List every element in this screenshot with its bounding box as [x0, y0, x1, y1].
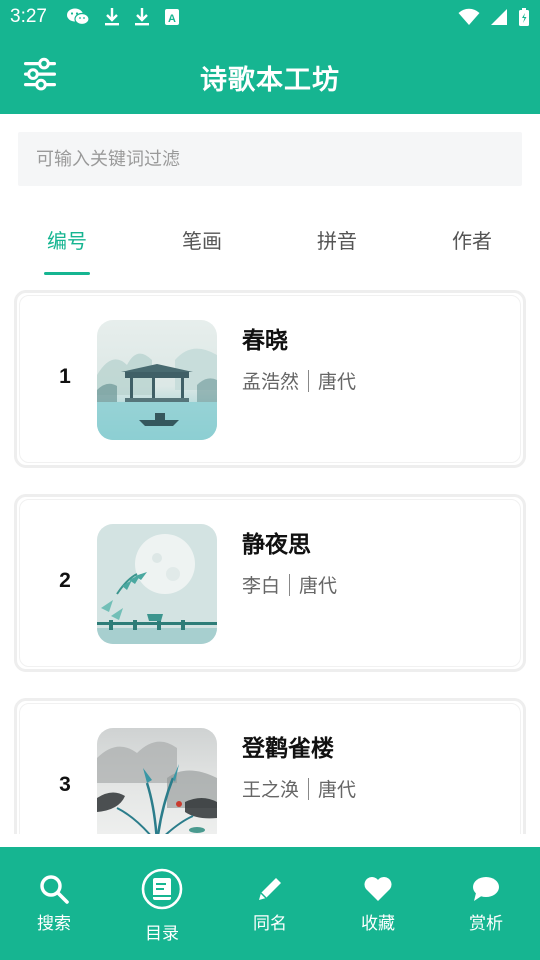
tab-author[interactable]: 作者: [427, 210, 517, 276]
poem-card[interactable]: 2 静夜思 李白 唐代: [14, 494, 526, 672]
notification-icons: A: [66, 7, 180, 27]
status-bar: 3:27 A: [0, 0, 540, 36]
poem-thumbnail: [97, 320, 217, 440]
nav-label: 搜索: [37, 914, 71, 934]
poem-title: 春晓: [242, 328, 288, 354]
nav-label: 收藏: [361, 914, 395, 934]
poem-author: 孟浩然: [242, 371, 300, 393]
tab-number[interactable]: 编号: [22, 210, 112, 276]
nav-label: 赏析: [469, 914, 503, 934]
poem-meta: 王之涣 唐代: [242, 775, 356, 802]
meta-divider: [308, 369, 310, 392]
poem-title: 登鹳雀楼: [242, 736, 334, 762]
poem-card[interactable]: 3 登鹳雀楼 王之涣 唐代: [14, 698, 526, 834]
tab-pinyin[interactable]: 拼音: [292, 210, 382, 276]
active-tab-indicator: [44, 272, 90, 275]
poem-number: 2: [59, 569, 71, 592]
pencil-icon: [259, 878, 281, 900]
system-icons: [458, 7, 530, 27]
page-title: 诗歌本工坊: [200, 65, 340, 96]
poem-author: 王之涣: [242, 779, 300, 801]
card-frame: [19, 703, 521, 834]
keyword-filter-input[interactable]: [18, 132, 522, 186]
poem-meta: 孟浩然 唐代: [242, 367, 356, 394]
poem-thumbnail: [97, 524, 217, 644]
meta-divider: [308, 777, 310, 800]
poem-number: 1: [59, 365, 71, 388]
download-icon: [135, 8, 149, 26]
poem-list[interactable]: 1 春晓 孟浩然 唐代 2 静夜思 李白 唐代 3 登鹳雀楼 王之涣 唐代: [0, 288, 540, 834]
bottom-nav: 搜索 目录 同名 收藏 赏析: [0, 847, 540, 960]
nav-favorites[interactable]: 收藏: [324, 847, 432, 960]
nav-label: 同名: [253, 914, 287, 934]
status-time: 3:27: [10, 6, 47, 27]
poem-dynasty: 唐代: [318, 779, 357, 801]
meta-divider: [289, 573, 291, 596]
nav-label: 目录: [145, 924, 179, 944]
signal-icon: [491, 9, 507, 25]
wechat-icon: [67, 8, 90, 26]
svg-text:A: A: [168, 13, 176, 25]
battery-icon: [519, 8, 529, 26]
chat-bubble-icon: [473, 877, 499, 901]
filter-search-box: [18, 132, 522, 186]
nav-search[interactable]: 搜索: [0, 847, 108, 960]
poem-dynasty: 唐代: [299, 575, 338, 597]
app-a-icon: A: [165, 9, 179, 25]
poem-author: 李白: [242, 575, 281, 597]
poem-thumbnail: [97, 728, 217, 834]
download-icon: [105, 8, 119, 26]
wifi-icon: [458, 8, 480, 25]
app-bar: 诗歌本工坊: [0, 36, 540, 114]
nav-same-name[interactable]: 同名: [216, 847, 324, 960]
poem-dynasty: 唐代: [318, 371, 357, 393]
poem-meta: 李白 唐代: [242, 571, 337, 598]
sort-tabs: 编号 笔画 拼音 作者: [0, 210, 540, 276]
poem-number: 3: [59, 773, 71, 796]
tab-stroke[interactable]: 笔画: [157, 210, 247, 276]
heart-icon: [364, 877, 392, 901]
book-icon: [141, 868, 183, 910]
poem-title: 静夜思: [242, 532, 311, 558]
search-icon: [40, 875, 69, 904]
nav-catalog[interactable]: 目录: [108, 847, 216, 960]
nav-appreciation[interactable]: 赏析: [432, 847, 540, 960]
poem-card[interactable]: 1 春晓 孟浩然 唐代: [14, 290, 526, 468]
